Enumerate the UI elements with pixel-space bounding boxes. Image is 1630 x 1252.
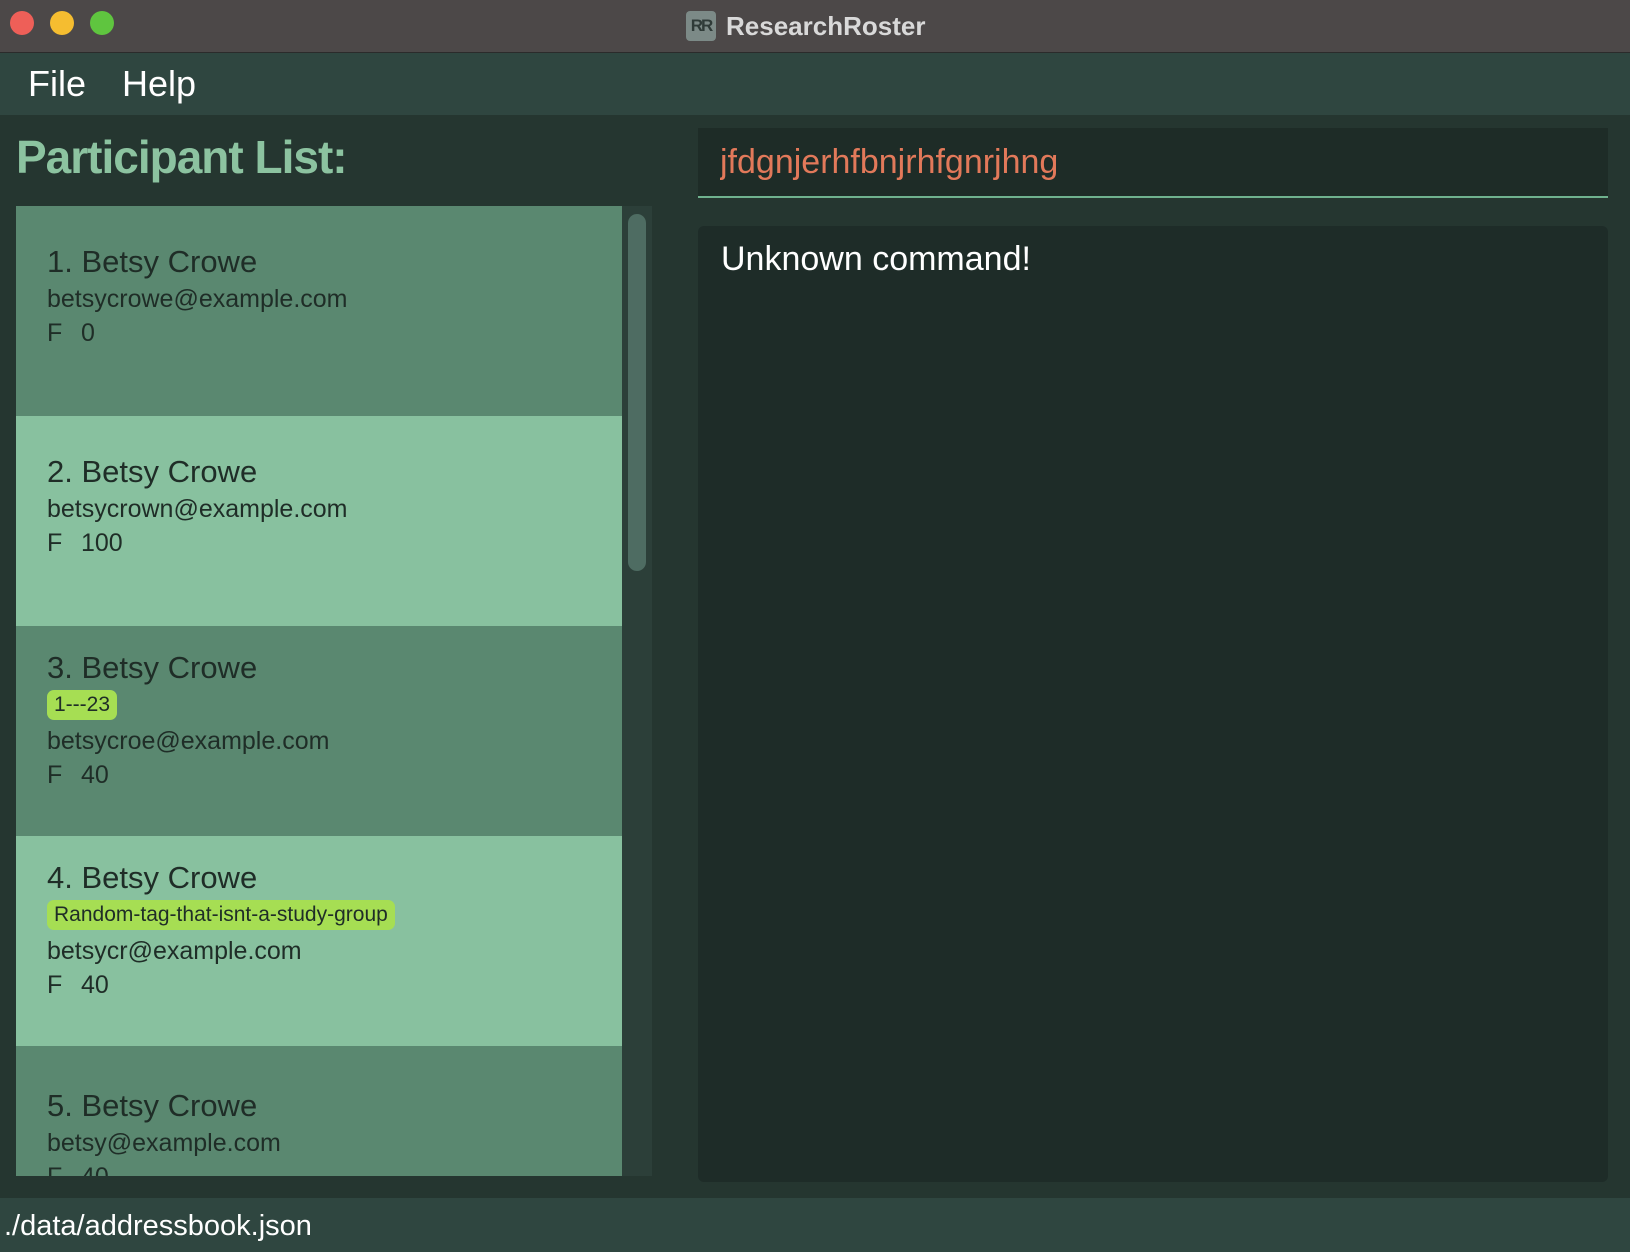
participant-name: 4. Betsy Crowe [47,860,258,895]
participant-card[interactable]: 4. Betsy Crowe Random-tag-that-isnt-a-st… [16,836,622,1046]
participant-card[interactable]: 1. Betsy Crowe betsycrowe@example.com F0 [16,206,622,416]
command-box[interactable] [698,128,1608,198]
participant-card[interactable]: 5. Betsy Crowe betsy@example.com F40 [16,1046,622,1176]
participant-list-heading: Participant List: [16,131,348,183]
participant-value: 40 [81,971,109,999]
participant-card[interactable]: 3. Betsy Crowe 1---23 betsycroe@example.… [16,626,622,836]
close-window-button[interactable] [10,11,34,35]
participant-value: 40 [81,761,109,789]
menu-file[interactable]: File [28,63,86,105]
participant-meta: F 40 [47,758,622,792]
command-input[interactable] [718,142,1582,183]
participant-meta: F40 [47,1160,622,1176]
participant-meta: F 100 [47,526,622,560]
participant-gender: F [47,761,63,789]
participant-gender: F [47,971,63,999]
status-bar: ./data/addressbook.json [0,1198,1630,1252]
participant-list-scrollbar[interactable] [622,206,652,1176]
participant-gender: F [47,1160,81,1176]
participant-value: 0 [81,319,95,347]
participant-list[interactable]: 1. Betsy Crowe betsycrowe@example.com F0… [16,206,622,1176]
participant-name: 2. Betsy Crowe [47,454,258,489]
menu-bar: File Help [0,53,1630,115]
app-logo-icon: RR [686,11,716,41]
participant-name: 3. Betsy Crowe [47,650,258,685]
data-file-path: ./data/addressbook.json [4,1210,312,1242]
participant-email: betsycrowe@example.com [47,285,348,313]
participant-email: betsycrown@example.com [47,495,348,523]
window-title: ResearchRoster [726,10,926,41]
participant-gender: F [47,319,63,347]
participant-meta: F 40 [47,968,622,1002]
participant-card[interactable]: 2. Betsy Crowe betsycrown@example.com F1… [16,416,622,626]
result-display: Unknown command! [698,226,1608,1182]
title-bar: RR ResearchRoster [0,0,1630,53]
participant-tag: Random-tag-that-isnt-a-study-group [47,900,395,930]
menu-help[interactable]: Help [122,63,196,105]
app-window: RR ResearchRoster File Help Participant … [0,0,1630,1252]
participant-value: 40 [81,1163,109,1176]
scrollbar-thumb[interactable] [628,214,646,571]
participant-email: betsy@example.com [47,1129,281,1157]
participant-name: 1. Betsy Crowe [47,244,258,279]
participant-value: 100 [81,529,123,557]
maximize-window-button[interactable] [90,11,114,35]
participant-email: betsycr@example.com [47,937,302,965]
participant-tag: 1---23 [47,690,118,720]
result-message: Unknown command! [721,240,1031,278]
window-title-group: RR ResearchRoster [686,6,925,46]
minimize-window-button[interactable] [50,11,74,35]
participant-meta: F0 [47,316,622,350]
participant-gender: F [47,529,63,557]
participant-email: betsycroe@example.com [47,727,330,755]
participant-name: 5. Betsy Crowe [47,1088,258,1123]
